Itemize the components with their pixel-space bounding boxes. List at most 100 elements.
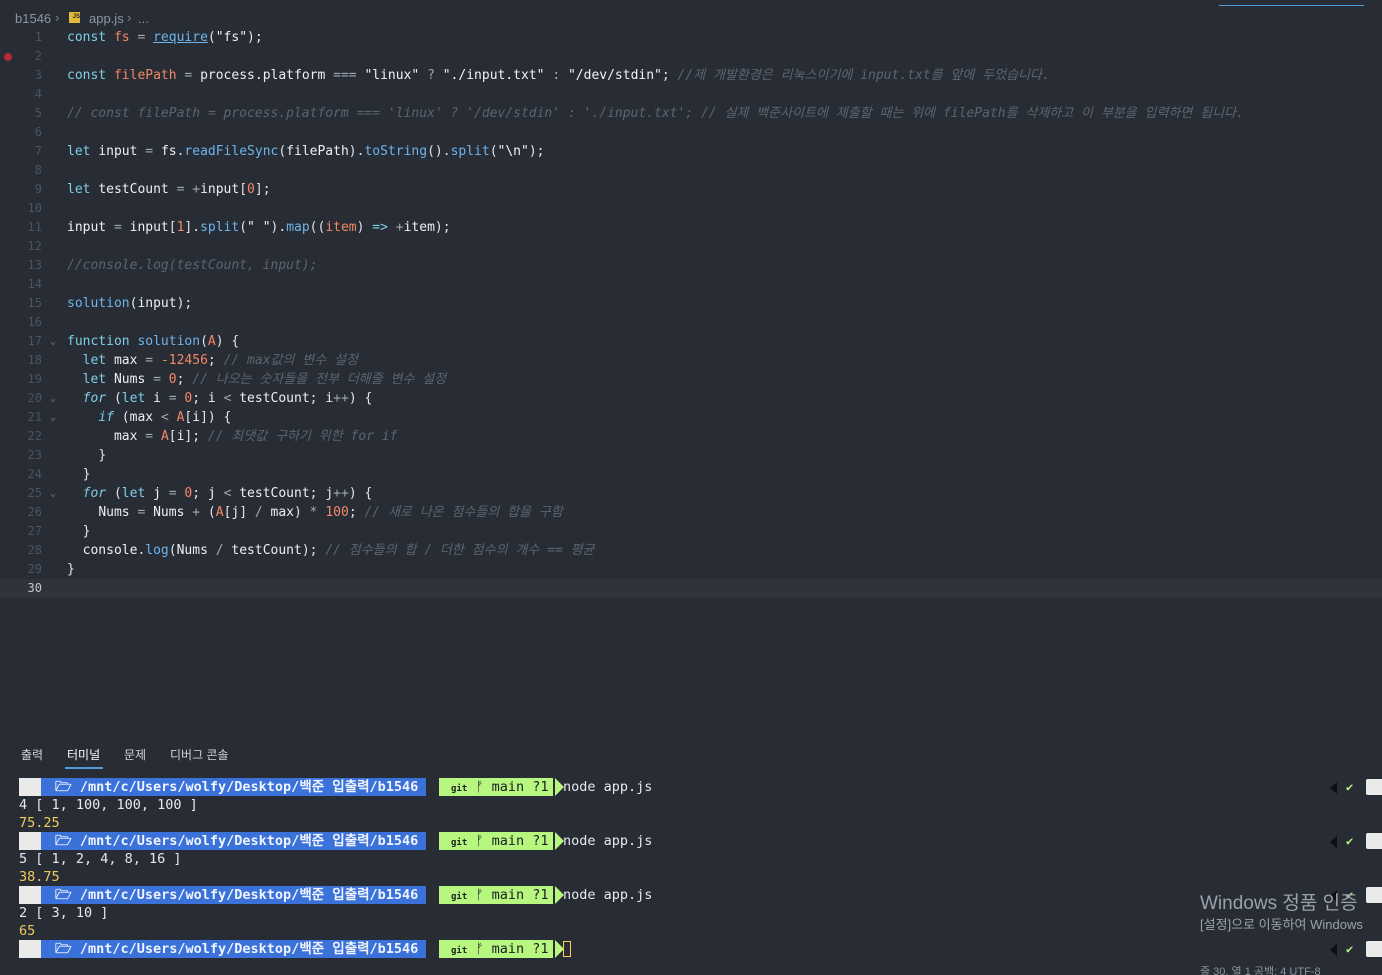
fold-chevron-icon[interactable]: ⌄	[50, 484, 56, 503]
linux-icon	[19, 778, 41, 796]
code-line[interactable]: 7 let input = fs.readFileSync(filePath).t…	[0, 142, 1382, 161]
prompt-path: 🗁 /mnt/c/Users/wolfy/Desktop/백준 입출력/b154…	[41, 832, 427, 850]
git-branch: main ?1	[491, 779, 549, 795]
line-number: 24	[27, 467, 42, 481]
code-line[interactable]: 29}	[0, 560, 1382, 579]
branch-icon: ᚠ	[475, 887, 484, 903]
code-comment: // const filePath = process.platform ===…	[67, 106, 1244, 121]
tab-output[interactable]: 출력	[21, 746, 43, 763]
code-line[interactable]: 8	[0, 161, 1382, 180]
progress-indicator	[1219, 5, 1364, 6]
branch-icon: ᚠ	[475, 779, 484, 795]
line-number: 29	[27, 562, 42, 576]
code-line[interactable]: 20 ⌄ for (let i = 0; i < testCount; i++) …	[0, 389, 1382, 408]
code-line-current[interactable]: 30	[0, 579, 1382, 598]
code-line[interactable]: 23 }	[0, 446, 1382, 465]
tab-problems[interactable]: 문제	[124, 746, 146, 763]
code-line[interactable]: 24 }	[0, 465, 1382, 484]
code-line[interactable]: 27 }	[0, 522, 1382, 541]
breadcrumb-more[interactable]: ...	[138, 11, 149, 26]
line-number: 16	[27, 315, 42, 329]
terminal[interactable]: 🗁 /mnt/c/Users/wolfy/Desktop/백준 입출력/b154…	[0, 776, 1382, 975]
code-editor[interactable]: 1 const fs = require("fs"); 2 3 const file…	[0, 28, 1382, 608]
fold-chevron-icon[interactable]: ⌄	[50, 408, 56, 427]
panel-tab-bar: 출력 터미널 문제 디버그 콘솔	[0, 740, 1382, 772]
terminal-output: 5 [ 1, 2, 4, 8, 16 ]	[19, 851, 182, 867]
terminal-command: node app.js	[563, 779, 653, 795]
code-line[interactable]: 4	[0, 85, 1382, 104]
chevron-right-icon: ›	[55, 10, 60, 25]
status-bar[interactable]: 줄 30, 열 1 공백: 4 UTF-8	[1200, 963, 1382, 975]
chevron-right-icon: ›	[127, 10, 132, 25]
line-number: 9	[34, 182, 42, 196]
code-line[interactable]: 21 ⌄ if (max < A[i]) {	[0, 408, 1382, 427]
breadcrumb-file[interactable]: app.js	[89, 11, 124, 26]
line-number: 15	[27, 296, 42, 310]
code-line[interactable]: 3 const filePath = process.platform === "…	[0, 66, 1382, 85]
terminal-cursor[interactable]	[563, 941, 571, 957]
check-icon: ✔	[1346, 942, 1354, 956]
line-number: 3	[34, 68, 42, 82]
code-line[interactable]: 1 const fs = require("fs");	[0, 28, 1382, 47]
line-number: 20	[27, 391, 42, 405]
line-number: 6	[34, 125, 42, 139]
line-number: 19	[27, 372, 42, 386]
terminal-command: node app.js	[563, 887, 653, 903]
code-line[interactable]: 19 let Nums = 0; // 나오는 숫자들을 전부 더해줄 변수 설…	[0, 370, 1382, 389]
branch-icon: ᚠ	[475, 833, 484, 849]
git-segment: git ᚠ main ?1	[439, 886, 553, 904]
git-branch: main ?1	[491, 941, 549, 957]
windows-activation-watermark: Windows 정품 인증 [설정]으로 이동하여 Windows	[1200, 888, 1382, 938]
line-number: 12	[27, 239, 42, 253]
terminal-output: 4 [ 1, 100, 100, 100 ]	[19, 797, 198, 813]
code-line[interactable]: 10	[0, 199, 1382, 218]
git-segment: git ᚠ main ?1	[439, 832, 553, 850]
line-number: 23	[27, 448, 42, 462]
watermark-title: Windows 정품 인증	[1200, 893, 1358, 914]
code-line[interactable]: 2	[0, 47, 1382, 66]
line-number: 30	[27, 581, 42, 595]
git-segment: git ᚠ main ?1	[439, 778, 553, 796]
line-number: 21	[27, 410, 42, 424]
line-number: 18	[27, 353, 42, 367]
check-icon: ✔	[1346, 780, 1354, 794]
fold-chevron-icon[interactable]: ⌄	[50, 389, 56, 408]
code-line[interactable]: 5 // const filePath = process.platform ==…	[0, 104, 1382, 123]
code-line[interactable]: 11 input = input[1].split(" ").map((item)…	[0, 218, 1382, 237]
line-number: 2	[34, 49, 42, 63]
code-line[interactable]: 26 Nums = Nums + (A[j] / max) * 100; // …	[0, 503, 1382, 522]
line-number: 1	[34, 30, 42, 44]
code-line[interactable]: 13 //console.log(testCount, input);	[0, 256, 1382, 275]
tab-debug-console[interactable]: 디버그 콘솔	[170, 746, 229, 763]
code-line[interactable]: 17 ⌄ function solution(A) {	[0, 332, 1382, 351]
status-segment	[1366, 833, 1382, 849]
branch-icon: ᚠ	[475, 941, 484, 957]
tab-terminal[interactable]: 터미널	[67, 746, 100, 763]
code-line[interactable]: 6	[0, 123, 1382, 142]
terminal-output: 2 [ 3, 10 ]	[19, 905, 109, 921]
code-line[interactable]: 22 max = A[i]; // 최댓값 구하기 위한 for if	[0, 427, 1382, 446]
code-line[interactable]: 28 console.log(Nums / testCount); // 점수들…	[0, 541, 1382, 560]
terminal-result: 38.75	[19, 869, 60, 885]
code-comment: // 나오는 숫자들을 전부 더해줄 변수 설정	[192, 372, 447, 387]
code-comment: // 최댓값 구하기 위한 for if	[207, 429, 398, 444]
git-segment: git ᚠ main ?1	[439, 940, 553, 958]
code-line[interactable]: 14	[0, 275, 1382, 294]
active-tab-indicator	[65, 767, 103, 769]
line-number: 5	[34, 106, 42, 120]
code-comment: // 점수들의 합 / 더한 점수의 개수 == 평균	[325, 543, 595, 558]
code-line[interactable]: 16	[0, 313, 1382, 332]
code-line[interactable]: 9 let testCount = +input[0];	[0, 180, 1382, 199]
linux-icon	[19, 940, 41, 958]
line-number: 4	[34, 87, 42, 101]
status-segment	[1366, 779, 1382, 795]
line-number: 26	[27, 505, 42, 519]
code-line[interactable]: 12	[0, 237, 1382, 256]
code-line[interactable]: 18 let max = -12456; // max값의 변수 설정	[0, 351, 1382, 370]
code-line[interactable]: 15 solution(input);	[0, 294, 1382, 313]
code-line[interactable]: 25 ⌄ for (let j = 0; j < testCount; j++) …	[0, 484, 1382, 503]
fold-chevron-icon[interactable]: ⌄	[50, 332, 56, 351]
line-number: 17	[27, 334, 42, 348]
breadcrumb-folder[interactable]: b1546	[15, 11, 51, 26]
prompt-path: 🗁 /mnt/c/Users/wolfy/Desktop/백준 입출력/b154…	[41, 940, 427, 958]
